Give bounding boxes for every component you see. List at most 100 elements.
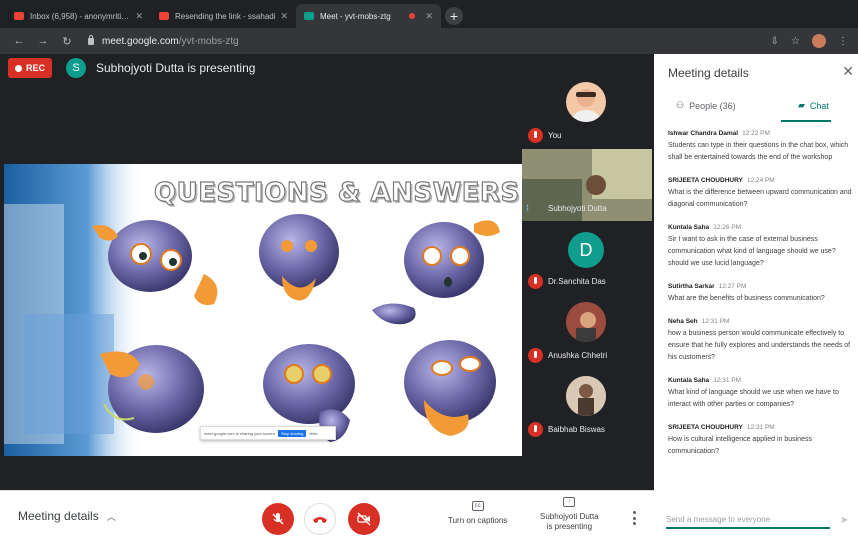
chat-message: SRIJEETA CHOUDHURY 12:24 PM What is the d… <box>668 177 852 211</box>
muted-mic-icon <box>528 274 543 289</box>
present-now-button[interactable]: ↑ Subhojyoti Dutta is presenting <box>540 497 599 532</box>
chat-message: Kuntala Saha 12:26 PM Sir I want to ask i… <box>668 224 852 270</box>
address-bar: ← → ↻ meet.google.com/yvt-mobs-ztg ⇩ ☆ ⋮ <box>0 28 858 54</box>
message-text: Sir I want to ask in the case of externa… <box>668 236 836 267</box>
message-sender: Kuntala Saha <box>668 377 710 384</box>
message-sender: Sutirtha Sarkar <box>668 283 715 290</box>
message-text: What is the difference between upward co… <box>668 189 852 208</box>
reload-icon[interactable]: ↻ <box>58 35 76 48</box>
chat-message: Ishwar Chandra Damal 12:22 PM Students ca… <box>668 130 852 164</box>
participant-name: Baibhab Biswas <box>548 425 605 434</box>
presenter-banner: S Subhojyoti Dutta is presenting <box>66 58 255 78</box>
gmail-icon <box>14 12 24 20</box>
participant-photo <box>566 376 606 416</box>
people-tab-label: People (36) <box>689 100 736 111</box>
present-screen-icon: ↑ <box>563 497 576 507</box>
stop-sharing-button[interactable]: Stop sharing <box>277 429 307 437</box>
presenting-line-2: is presenting <box>546 522 593 531</box>
participant-tile[interactable]: ⁞ Subhojyoti Dutta <box>522 149 652 221</box>
participant-name: You <box>548 131 562 140</box>
message-text: What kind of language should we use when… <box>668 389 839 408</box>
tab-chat[interactable]: ▰ Chat <box>798 100 829 111</box>
bookmark-star-icon[interactable]: ☆ <box>791 36 800 47</box>
thinking-emoji <box>372 220 500 325</box>
close-tab-icon[interactable]: ✕ <box>135 11 143 22</box>
profile-avatar[interactable] <box>812 34 826 48</box>
url-field[interactable]: meet.google.com/yvt-mobs-ztg <box>88 34 239 47</box>
browser-tab-resending[interactable]: Resending the link - ssahadi ✕ <box>151 4 296 28</box>
tab-title: Inbox (6,958) - anonymritikudi <box>30 11 132 21</box>
download-icon[interactable]: ⇩ <box>771 36 779 47</box>
send-message-icon[interactable]: ➤ <box>840 515 850 526</box>
meeting-controls-bar: Meeting details ︿ cc Turn on captions ↑ … <box>0 490 654 541</box>
recording-indicator-icon <box>409 13 416 19</box>
participant-name: Dr.Sanchita Das <box>548 277 606 286</box>
tab-people[interactable]: ⚇ People (36) <box>676 100 736 111</box>
muted-mic-icon <box>528 128 543 143</box>
camera-off-icon <box>357 512 371 526</box>
message-time: 12:31 PM <box>746 424 775 431</box>
tab-title: Resending the link - ssahadi <box>175 11 276 21</box>
more-options-button[interactable] <box>632 511 636 525</box>
camera-toggle-button[interactable] <box>348 503 380 535</box>
hide-share-notice-button[interactable]: Hide <box>309 431 317 436</box>
message-time: 12:26 PM <box>713 224 742 231</box>
captions-icon: cc <box>471 501 484 511</box>
message-time: 12:22 PM <box>742 130 770 137</box>
meeting-details-label: Meeting details <box>18 509 99 523</box>
chevron-up-icon: ︿ <box>106 511 116 522</box>
participant-tile[interactable]: Anushka Chhetri <box>522 296 652 368</box>
screen: Inbox (6,958) - anonymritikudi ✕ Resendi… <box>0 0 858 541</box>
microphone-toggle-button[interactable] <box>262 503 294 535</box>
message-sender: Kuntala Saha <box>668 224 710 231</box>
speaking-indicator-icon: ⁞ <box>526 203 529 213</box>
message-text: What are the benefits of business commun… <box>668 295 825 302</box>
more-dot <box>632 522 636 525</box>
participant-tile[interactable]: You <box>522 76 652 148</box>
panel-title: Meeting details <box>668 66 749 80</box>
shared-screen: QUESTIONS & ANSWERS meet.google.com is s… <box>4 164 522 456</box>
message-text: How is cultural intelligence applied in … <box>668 436 812 455</box>
message-text: Students can type in their questions in … <box>668 142 849 161</box>
message-time: 12:27 PM <box>718 283 747 290</box>
more-dot <box>632 511 636 514</box>
captions-button[interactable]: cc Turn on captions <box>448 501 507 526</box>
message-text: how a business person would communicate … <box>668 330 851 361</box>
browser-tab-strip: Inbox (6,958) - anonymritikudi ✕ Resendi… <box>0 0 858 28</box>
back-icon[interactable]: ← <box>10 35 28 47</box>
people-icon: ⚇ <box>676 100 685 110</box>
meet-icon <box>304 12 314 20</box>
recording-badge: REC <box>8 58 53 78</box>
chat-icon: ▰ <box>798 100 805 110</box>
close-panel-icon[interactable]: ✕ <box>842 63 854 80</box>
chat-message-input[interactable]: Send a message to everyone <box>666 515 830 529</box>
browser-tab-inbox[interactable]: Inbox (6,958) - anonymritikudi ✕ <box>6 4 151 28</box>
message-sender: SRIJEETA CHOUDHURY <box>668 424 743 431</box>
meeting-stage: REC S Subhojyoti Dutta is presenting QUE… <box>0 54 654 490</box>
participant-photo <box>566 302 606 342</box>
participant-tiles: You ⁞ Subhojyoti Dutta D Dr.Sanchita Das… <box>522 76 652 456</box>
participant-tile[interactable]: D Dr.Sanchita Das <box>522 222 652 294</box>
message-time: 12:31 PM <box>701 318 730 325</box>
meeting-details-button[interactable]: Meeting details ︿ <box>18 509 116 523</box>
chat-message: Sutirtha Sarkar 12:27 PM What are the ben… <box>668 283 852 305</box>
close-tab-icon[interactable]: ✕ <box>425 11 433 22</box>
chat-message-list: Ishwar Chandra Damal 12:22 PM Students ca… <box>668 130 852 471</box>
record-dot-icon <box>15 64 22 72</box>
close-tab-icon[interactable]: ✕ <box>280 11 288 22</box>
browser-menu-icon[interactable]: ⋮ <box>838 36 848 47</box>
browser-tab-meet[interactable]: Meet - yvt-mobs-ztg ✕ <box>296 4 441 28</box>
forward-icon[interactable]: → <box>34 35 52 47</box>
participant-tile[interactable]: Baibhab Biswas <box>522 370 652 442</box>
message-sender: SRIJEETA CHOUDHURY <box>668 177 743 184</box>
leave-call-button[interactable] <box>304 503 336 535</box>
participant-name: Anushka Chhetri <box>548 351 608 360</box>
presenting-line-1: Subhojyoti Dutta <box>540 512 599 521</box>
meeting-details-panel: Meeting details ✕ ⚇ People (36) ▰ Chat I… <box>654 54 858 541</box>
new-tab-button[interactable]: + <box>445 7 463 25</box>
chat-message: Kuntala Saha 12:31 PM What kind of langua… <box>668 377 852 411</box>
screen-share-notice: meet.google.com is sharing your screen S… <box>200 426 336 440</box>
slide-title: QUESTIONS & ANSWERS <box>153 177 520 208</box>
captions-label: Turn on captions <box>448 516 508 525</box>
chat-message: Neha Seh 12:31 PM how a business person w… <box>668 318 852 364</box>
